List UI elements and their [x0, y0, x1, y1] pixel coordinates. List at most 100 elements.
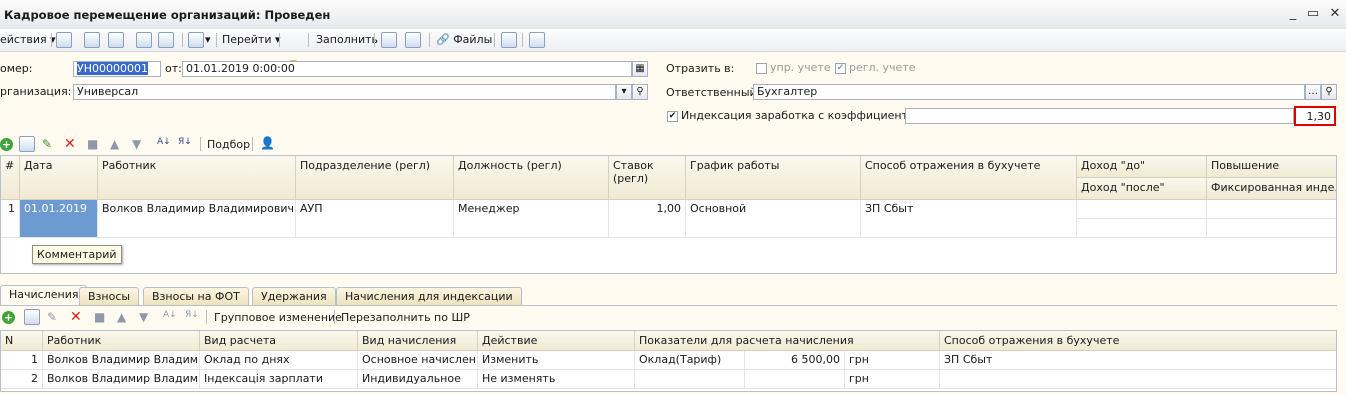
- sort-desc-icon[interactable]: Я↓: [178, 137, 192, 147]
- row-worker-cell[interactable]: Волков Владимир Владими...: [43, 351, 200, 370]
- move-up-icon[interactable]: ▲: [110, 137, 119, 151]
- files-button[interactable]: 🔗 Файлы: [436, 32, 492, 48]
- based-on-dropdown-icon[interactable]: ▾: [205, 32, 211, 48]
- row-action-cell[interactable]: Изменить: [478, 351, 635, 370]
- minimize-icon[interactable]: _: [1284, 7, 1302, 21]
- row-number[interactable]: 1: [1, 200, 20, 238]
- row-calc-type-cell[interactable]: Індексація зарплати: [200, 370, 358, 389]
- tab-accruals[interactable]: Начисления: [0, 285, 88, 306]
- col-header-method[interactable]: Способ отражения в бухучете: [861, 156, 1077, 200]
- col-header-method[interactable]: Способ отражения в бухучете: [940, 331, 1336, 351]
- add-row-icon[interactable]: +: [2, 311, 15, 324]
- col-header-dept[interactable]: Подразделение (регл): [296, 156, 454, 200]
- col-header-accrual-type[interactable]: Вид начисления: [358, 331, 478, 351]
- col-header-worker[interactable]: Работник: [43, 331, 200, 351]
- preview-icon[interactable]: [501, 32, 517, 48]
- indexation-field-blank[interactable]: [905, 108, 1294, 124]
- ellipsis-icon[interactable]: …: [1305, 84, 1321, 100]
- row-method-cell[interactable]: ЗП Сбыт: [940, 351, 1336, 370]
- copy-row-icon[interactable]: [24, 309, 40, 325]
- close-icon[interactable]: ✕: [1326, 7, 1344, 21]
- dropdown-icon[interactable]: ▾: [616, 84, 632, 100]
- row-currency-cell[interactable]: грн: [845, 351, 940, 370]
- responsible-field[interactable]: Бухгалтер: [753, 84, 1305, 100]
- row-number[interactable]: 2: [1, 370, 43, 389]
- structure-icon[interactable]: [405, 32, 421, 48]
- delete-icon[interactable]: ✕: [70, 310, 82, 324]
- row-position-cell[interactable]: Менеджер: [454, 200, 609, 238]
- copy-icon[interactable]: [108, 32, 124, 48]
- edit-icon[interactable]: ✎: [42, 137, 52, 151]
- tab-contributions[interactable]: Взносы: [79, 287, 140, 305]
- row-dept-cell[interactable]: АУП: [296, 200, 454, 238]
- row-income-before-cell[interactable]: [1077, 200, 1207, 219]
- mgmt-checkbox[interactable]: [756, 63, 767, 74]
- indexation-checkbox[interactable]: ✔: [667, 111, 678, 122]
- post-icon[interactable]: [136, 32, 152, 48]
- tab-contributions-fot[interactable]: Взносы на ФОТ: [143, 287, 249, 305]
- row-worker-cell[interactable]: Волков Владимир Владимирович: [98, 200, 296, 238]
- actions-menu[interactable]: ействия ▾: [0, 32, 56, 48]
- row-date-cell[interactable]: 01.01.2019: [20, 200, 98, 238]
- search-icon[interactable]: ⚲: [1321, 84, 1337, 100]
- row-income-after-cell[interactable]: [1077, 219, 1207, 238]
- end-edit-icon[interactable]: ■: [87, 137, 98, 151]
- row-indicator-cell[interactable]: Оклад(Тариф): [635, 351, 745, 370]
- number-field[interactable]: УН00000001: [73, 61, 161, 77]
- based-on-icon[interactable]: [188, 32, 204, 48]
- group-change-button[interactable]: Групповое изменение: [214, 311, 342, 324]
- search-icon[interactable]: ⚲: [632, 84, 648, 100]
- row-schedule-cell[interactable]: Основной: [686, 200, 861, 238]
- row-method-cell[interactable]: ЗП Сбыт: [861, 200, 1077, 238]
- restore-icon[interactable]: ▭: [1304, 7, 1322, 21]
- row-fixed-cell[interactable]: [1207, 219, 1336, 238]
- col-header-fixed[interactable]: Фиксированная инде...: [1207, 178, 1336, 200]
- row-accrual-type-cell[interactable]: Основное начислен...: [358, 351, 478, 370]
- col-header-worker[interactable]: Работник: [98, 156, 296, 200]
- col-header-rate[interactable]: Ставок (регл): [609, 156, 686, 200]
- unpost-icon[interactable]: [158, 32, 174, 48]
- move-down-icon[interactable]: ▼: [132, 137, 141, 151]
- col-header-income-after[interactable]: Доход "после": [1077, 178, 1207, 200]
- refresh-icon[interactable]: [84, 32, 100, 48]
- row-number[interactable]: 1: [1, 351, 43, 370]
- delete-icon[interactable]: ✕: [64, 137, 76, 151]
- sort-asc-icon[interactable]: A↓: [157, 137, 171, 147]
- move-down-icon[interactable]: ▼: [139, 310, 148, 324]
- end-edit-icon[interactable]: ■: [94, 310, 105, 324]
- col-header-income-before[interactable]: Доход "до": [1077, 156, 1207, 178]
- row-rate-cell[interactable]: 1,00: [609, 200, 686, 238]
- row-method-cell[interactable]: [940, 370, 1336, 389]
- col-header-action[interactable]: Действие: [478, 331, 635, 351]
- add-row-icon[interactable]: +: [0, 138, 13, 151]
- col-header-n[interactable]: #: [1, 156, 20, 200]
- move-icon[interactable]: [56, 32, 72, 48]
- refill-button[interactable]: Перезаполнить по ШР: [341, 311, 470, 324]
- row-action-cell[interactable]: Не изменять: [478, 370, 635, 389]
- select-button[interactable]: Подбор: [207, 138, 250, 151]
- person-icon[interactable]: 👤: [260, 136, 275, 150]
- copy-row-icon[interactable]: [19, 136, 35, 152]
- row-accrual-type-cell[interactable]: Индивидуальное: [358, 370, 478, 389]
- row-indicator-cell[interactable]: [635, 370, 745, 389]
- print-icon[interactable]: [529, 32, 545, 48]
- reg-checkbox[interactable]: ✔: [835, 63, 846, 74]
- row-raise-cell[interactable]: [1207, 200, 1336, 219]
- row-currency-cell[interactable]: грн: [845, 370, 940, 389]
- col-header-raise[interactable]: Повышение: [1207, 156, 1336, 178]
- tab-deductions[interactable]: Удержания: [252, 287, 336, 305]
- tab-indexation-accruals[interactable]: Начисления для индексации: [336, 287, 522, 305]
- organization-field[interactable]: Универсал: [73, 84, 616, 100]
- col-header-schedule[interactable]: График работы: [686, 156, 861, 200]
- sort-desc-icon[interactable]: Я↓: [185, 310, 199, 320]
- col-header-calc-type[interactable]: Вид расчета: [200, 331, 358, 351]
- list-settings-icon[interactable]: [381, 32, 397, 48]
- sort-asc-icon[interactable]: A↓: [163, 310, 177, 320]
- date-field[interactable]: 01.01.2019 0:00:00: [182, 61, 632, 77]
- edit-icon[interactable]: ✎: [47, 310, 57, 324]
- col-header-indicators[interactable]: Показатели для расчета начисления: [635, 331, 940, 351]
- move-up-icon[interactable]: ▲: [117, 310, 126, 324]
- col-header-n[interactable]: N: [1, 331, 43, 351]
- goto-menu[interactable]: Перейти ▾: [222, 32, 281, 48]
- row-amount-cell[interactable]: [745, 370, 845, 389]
